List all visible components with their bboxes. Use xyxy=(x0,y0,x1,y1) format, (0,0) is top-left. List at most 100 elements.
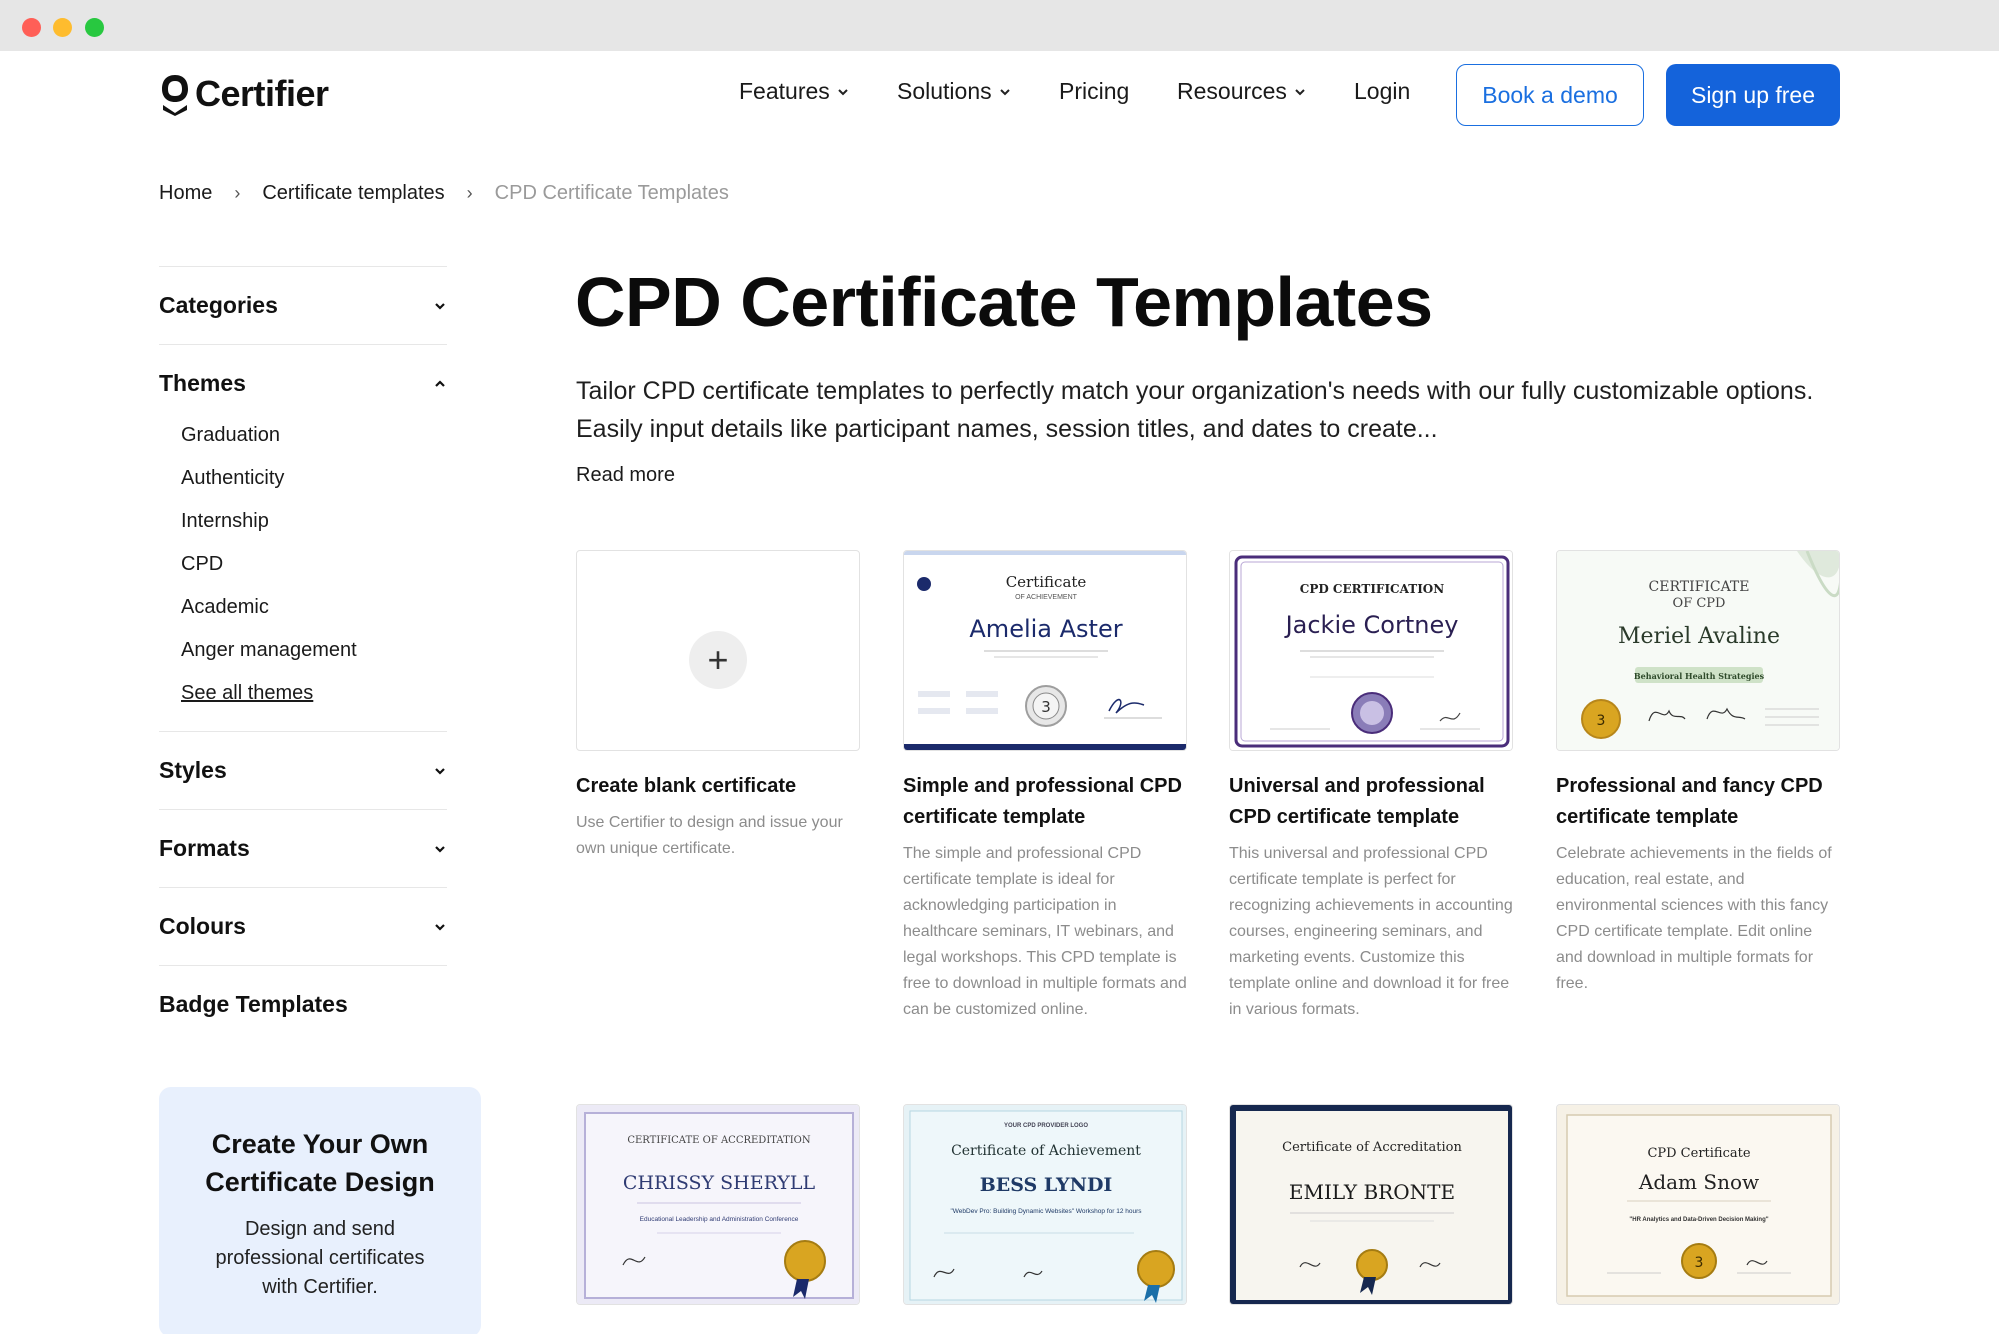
sign-up-button[interactable]: Sign up free xyxy=(1666,64,1840,126)
theme-authenticity[interactable]: Authenticity xyxy=(181,457,449,500)
chevron-down-icon xyxy=(435,845,445,853)
book-demo-button[interactable]: Book a demo xyxy=(1456,64,1644,126)
nav-features-label: Features xyxy=(739,78,830,104)
read-more-link[interactable]: Read more xyxy=(576,464,675,487)
theme-internship[interactable]: Internship xyxy=(181,500,449,543)
card-thumbnail[interactable]: Certificate of Accreditation EMILY BRONT… xyxy=(1229,1104,1513,1305)
browser-titlebar xyxy=(0,0,1999,51)
certifier-logo[interactable]: Certifier xyxy=(159,72,329,116)
certificate-preview: CERTIFICATE OF CPD Meriel Avaline Behavi… xyxy=(1557,551,1839,750)
template-card-accreditation-lavender[interactable]: CERTIFICATE OF ACCREDITATION CHRISSY SHE… xyxy=(576,1104,860,1305)
svg-text:3: 3 xyxy=(1695,1255,1704,1271)
template-card-cpd-cream[interactable]: CPD Certificate Adam Snow "HR Analytics … xyxy=(1556,1104,1840,1305)
nav-solutions-label: Solutions xyxy=(897,78,992,104)
filter-sidebar: Categories Themes Graduation Authenticit… xyxy=(159,266,449,1043)
themes-label: Themes xyxy=(159,370,246,396)
minimize-window-button[interactable] xyxy=(53,18,72,37)
svg-text:Amelia Aster: Amelia Aster xyxy=(969,615,1122,643)
certificate-preview: CERTIFICATE OF ACCREDITATION CHRISSY SHE… xyxy=(577,1105,859,1304)
template-card-achievement-lightblue[interactable]: YOUR CPD PROVIDER LOGO Certificate of Ac… xyxy=(903,1104,1187,1305)
formats-toggle[interactable]: Formats xyxy=(159,810,449,887)
close-window-button[interactable] xyxy=(22,18,41,37)
svg-text:Educational Leadership and Adm: Educational Leadership and Administratio… xyxy=(640,1216,799,1223)
nav-login[interactable]: Login xyxy=(1354,78,1410,105)
card-thumbnail[interactable]: CPD CERTIFICATION Jackie Cortney xyxy=(1229,550,1513,751)
nav-pricing[interactable]: Pricing xyxy=(1059,78,1129,105)
template-card-simple-professional[interactable]: Certificate OF ACHIEVEMENT Amelia Aster … xyxy=(903,550,1187,1023)
card-description: This universal and professional CPD cert… xyxy=(1229,845,1513,1018)
svg-text:OF CPD: OF CPD xyxy=(1673,596,1726,611)
theme-academic[interactable]: Academic xyxy=(181,586,449,629)
themes-toggle[interactable]: Themes xyxy=(159,345,449,422)
styles-label: Styles xyxy=(159,757,227,783)
svg-text:CPD CERTIFICATION: CPD CERTIFICATION xyxy=(1300,582,1444,596)
theme-graduation[interactable]: Graduation xyxy=(181,414,449,457)
template-card-blank[interactable]: + Create blank certificate Use Certifier… xyxy=(576,550,860,862)
colours-toggle[interactable]: Colours xyxy=(159,888,449,965)
maximize-window-button[interactable] xyxy=(85,18,104,37)
promo-title: Create Your Own Certificate Design xyxy=(205,1129,435,1197)
chevron-down-icon xyxy=(838,88,848,95)
card-thumbnail[interactable]: CERTIFICATE OF ACCREDITATION CHRISSY SHE… xyxy=(576,1104,860,1305)
certifier-logo-icon xyxy=(162,75,188,116)
nav-solutions[interactable]: Solutions xyxy=(897,78,1012,105)
nav-resources[interactable]: Resources xyxy=(1177,78,1307,105)
categories-toggle[interactable]: Categories xyxy=(159,267,449,344)
breadcrumb-separator: › xyxy=(466,183,473,203)
chevron-down-icon xyxy=(1295,88,1305,95)
card-description: Use Certifier to design and issue your o… xyxy=(576,814,843,857)
nav-pricing-label: Pricing xyxy=(1059,78,1130,104)
svg-text:Certificate of Achievement: Certificate of Achievement xyxy=(951,1143,1141,1159)
svg-text:Jackie Cortney: Jackie Cortney xyxy=(1284,611,1459,639)
see-all-themes-link[interactable]: See all themes xyxy=(181,672,449,715)
nav-login-label: Login xyxy=(1354,78,1411,104)
svg-text:Certificate: Certificate xyxy=(1006,573,1087,591)
svg-text:CPD Certificate: CPD Certificate xyxy=(1647,1146,1750,1161)
breadcrumb-separator: › xyxy=(234,183,241,203)
certificate-preview: Certificate of Accreditation EMILY BRONT… xyxy=(1230,1105,1512,1304)
certificate-preview: Certificate OF ACHIEVEMENT Amelia Aster … xyxy=(904,551,1186,750)
certificate-preview: YOUR CPD PROVIDER LOGO Certificate of Ac… xyxy=(904,1105,1186,1304)
svg-text:"HR Analytics and Data-Driven: "HR Analytics and Data-Driven Decision M… xyxy=(1629,1217,1768,1223)
certificate-preview: CPD Certificate Adam Snow "HR Analytics … xyxy=(1557,1105,1839,1304)
card-title[interactable]: Simple and professional CPD certificate … xyxy=(903,771,1187,833)
card-title[interactable]: Professional and fancy CPD certificate t… xyxy=(1556,771,1840,833)
badge-templates-link[interactable]: Badge Templates xyxy=(159,966,449,1043)
styles-toggle[interactable]: Styles xyxy=(159,732,449,809)
card-title[interactable]: Universal and professional CPD certifica… xyxy=(1229,771,1513,833)
card-thumbnail[interactable]: Certificate OF ACHIEVEMENT Amelia Aster … xyxy=(903,550,1187,751)
svg-text:Behavioral Health Strategies: Behavioral Health Strategies xyxy=(1634,671,1765,681)
theme-anger-management[interactable]: Anger management xyxy=(181,629,449,672)
breadcrumb-current: CPD Certificate Templates xyxy=(494,182,729,204)
svg-text:BESS LYNDI: BESS LYNDI xyxy=(980,1174,1113,1196)
template-card-universal-professional[interactable]: CPD CERTIFICATION Jackie Cortney Univers… xyxy=(1229,550,1513,1023)
nav-features[interactable]: Features xyxy=(739,78,850,105)
template-card-professional-fancy[interactable]: CERTIFICATE OF CPD Meriel Avaline Behavi… xyxy=(1556,550,1840,997)
card-thumbnail[interactable]: CERTIFICATE OF CPD Meriel Avaline Behavi… xyxy=(1556,550,1840,751)
template-card-accreditation-navy[interactable]: Certificate of Accreditation EMILY BRONT… xyxy=(1229,1104,1513,1305)
categories-label: Categories xyxy=(159,292,278,318)
themes-list: Graduation Authenticity Internship CPD A… xyxy=(159,414,449,731)
theme-cpd[interactable]: CPD xyxy=(181,543,449,586)
chevron-down-icon xyxy=(435,302,445,310)
certificate-preview: CPD CERTIFICATION Jackie Cortney xyxy=(1230,551,1512,750)
card-description: The simple and professional CPD certific… xyxy=(903,845,1187,1018)
svg-text:OF ACHIEVEMENT: OF ACHIEVEMENT xyxy=(1015,594,1078,601)
svg-text:"WebDev Pro: Building Dynamic: "WebDev Pro: Building Dynamic Websites" … xyxy=(950,1208,1142,1215)
create-design-promo[interactable]: Create Your Own Certificate Design Desig… xyxy=(159,1087,481,1334)
card-title[interactable]: Create blank certificate xyxy=(576,771,860,802)
svg-text:Adam Snow: Adam Snow xyxy=(1638,1170,1759,1194)
plus-icon: + xyxy=(689,631,747,689)
breadcrumb-certificate-templates[interactable]: Certificate templates xyxy=(262,182,444,205)
chevron-down-icon xyxy=(435,767,445,775)
chevron-down-icon xyxy=(435,923,445,931)
svg-text:Certificate of Accreditation: Certificate of Accreditation xyxy=(1282,1140,1462,1155)
card-thumbnail[interactable]: CPD Certificate Adam Snow "HR Analytics … xyxy=(1556,1104,1840,1305)
card-thumbnail[interactable]: + xyxy=(576,550,860,751)
breadcrumb-home[interactable]: Home xyxy=(159,182,212,205)
page-intro: Tailor CPD certificate templates to perf… xyxy=(576,377,1814,443)
svg-text:YOUR CPD PROVIDER LOGO: YOUR CPD PROVIDER LOGO xyxy=(1004,1123,1088,1129)
promo-text: Design and send professional certificate… xyxy=(215,1218,425,1298)
card-thumbnail[interactable]: YOUR CPD PROVIDER LOGO Certificate of Ac… xyxy=(903,1104,1187,1305)
svg-text:EMILY BRONTE: EMILY BRONTE xyxy=(1289,1180,1455,1204)
